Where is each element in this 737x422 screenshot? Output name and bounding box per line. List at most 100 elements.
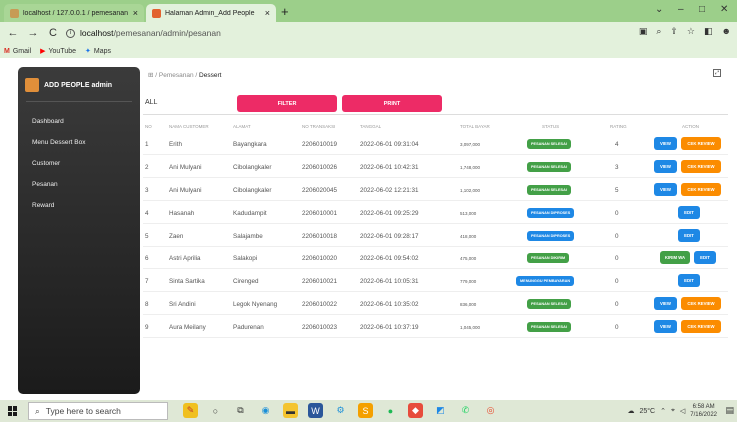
sidebar-item-customer[interactable]: Customer <box>18 153 140 174</box>
bookmark-youtube[interactable]: ▶ YouTube <box>40 47 76 56</box>
bookmark-gmail[interactable]: M Gmail <box>4 48 31 55</box>
cell-no: 1 <box>145 141 149 148</box>
minimize-button[interactable]: – <box>678 4 684 15</box>
word-icon[interactable]: W <box>308 403 323 418</box>
bookmark-label: Gmail <box>12 47 32 55</box>
edge-icon[interactable]: ◉ <box>258 403 273 418</box>
sidebar-item-reward[interactable]: Reward <box>18 195 140 216</box>
cortana-icon[interactable]: ○ <box>208 403 223 418</box>
fullscreen-toggle-icon[interactable]: ⤢ <box>713 69 721 77</box>
brand[interactable]: ADD PEOPLE admin <box>22 73 136 97</box>
system-tray: ☁ 25°C ⌃ ⌖ ◁ 6:58 AM 7/16/2022 <box>627 403 717 419</box>
spotify-icon[interactable]: ● <box>383 403 398 418</box>
volume-icon[interactable]: ◁ <box>680 407 685 415</box>
task-view-icon[interactable]: ⧉ <box>233 403 248 418</box>
new-tab-button[interactable]: + <box>281 4 289 19</box>
cell-total: 779,000 <box>460 279 477 285</box>
tab-search-icon[interactable]: ⌄ <box>655 4 663 15</box>
cek-review-button[interactable]: CEK REVIEW <box>681 320 721 334</box>
cell-no: 2 <box>145 163 149 171</box>
browser-tab-bar: localhost / 127.0.0.1 / pemesanan × Hala… <box>0 0 737 22</box>
url-path: /pemesanan/admin/pesanan <box>113 28 221 38</box>
cell-rating: 0 <box>615 301 619 309</box>
zoom-icon[interactable]: ⌕ <box>656 26 661 37</box>
cell-transaksi: 2206010020 <box>302 255 338 263</box>
cell-rating: 3 <box>615 163 619 171</box>
settings-icon[interactable]: ⚙ <box>333 403 348 418</box>
filter-button[interactable]: FILTER <box>237 95 337 112</box>
url-host: localhost <box>80 28 114 38</box>
site-info-icon[interactable]: i <box>66 28 75 38</box>
vscode-icon[interactable]: ◩ <box>433 403 448 418</box>
taskbar-clock[interactable]: 6:58 AM 7/16/2022 <box>690 403 717 419</box>
close-window-button[interactable]: ✕ <box>720 4 728 15</box>
weather-icon[interactable]: ☁ <box>627 407 634 415</box>
tab-close-icon[interactable]: × <box>133 8 138 18</box>
cell-tanggal: 2022-06-01 10:42:31 <box>360 163 419 171</box>
reading-mode-icon[interactable]: ▣ <box>639 26 648 37</box>
edit-button[interactable]: EDIT <box>694 251 716 265</box>
back-button[interactable]: ← <box>6 26 20 40</box>
tab-phpmyadmin[interactable]: localhost / 127.0.0.1 / pemesanan × <box>4 4 144 22</box>
view-button[interactable]: VIEW <box>654 182 677 196</box>
view-button[interactable]: VIEW <box>654 159 677 173</box>
windows-start-icon[interactable] <box>8 406 18 416</box>
cell-transaksi: 2206010001 <box>302 209 338 217</box>
cell-no: 3 <box>145 186 149 194</box>
table-row: 2 Ani Mulyani Cibolangkaler 2206010026 2022-… <box>143 157 728 178</box>
home-icon[interactable]: ⊞ <box>148 72 153 79</box>
maximize-button[interactable]: □ <box>699 4 705 15</box>
edit-button[interactable]: EDIT <box>678 228 700 242</box>
cell-alamat: Bayangkara <box>233 141 267 148</box>
reload-button[interactable]: C <box>46 26 60 40</box>
filter-all-label[interactable]: ALL <box>145 99 157 106</box>
browser-right-tools: ▣ ⌕ ⇪ ☆ ◧ ☻ <box>639 26 731 37</box>
cell-nama: Hasanah <box>169 209 195 217</box>
file-explorer-icon[interactable]: ▬ <box>283 403 298 418</box>
sidebar-toggle-icon[interactable]: ◧ <box>704 26 713 37</box>
view-button[interactable]: VIEW <box>654 137 677 150</box>
forward-button[interactable]: → <box>26 26 40 40</box>
cek-review-button[interactable]: CEK REVIEW <box>681 159 721 173</box>
address-bar[interactable]: i localhost /pemesanan/admin/pesanan <box>66 28 221 38</box>
whatsapp-icon[interactable]: ✆ <box>458 403 473 418</box>
search-placeholder: Type here to search <box>45 406 121 416</box>
cell-rating: 0 <box>615 278 619 286</box>
table-row: 3 Ani Mulyani Cibolangkaler 2206020045 2022-… <box>143 180 728 201</box>
taskbar-apps: ✎ ○ ⧉ ◉ ▬ W ⚙ S ● ◆ ◩ ✆ ◎ <box>183 403 498 418</box>
cek-review-button[interactable]: CEK REVIEW <box>681 182 721 196</box>
sidebar-item-pesanan[interactable]: Pesanan <box>18 174 140 195</box>
app-red-icon[interactable]: ◆ <box>408 403 423 418</box>
view-button[interactable]: VIEW <box>654 320 677 334</box>
tab-admin-add-people[interactable]: Halaman Admin_Add People × <box>146 4 276 22</box>
network-icon[interactable]: ⌖ <box>671 407 675 415</box>
kirim-wa-button[interactable]: KIRIM WA <box>660 251 690 265</box>
weather-temp[interactable]: 25°C <box>639 408 655 415</box>
cell-alamat: Cibolangkaler <box>233 163 272 171</box>
bookmark-star-icon[interactable]: ☆ <box>687 26 695 37</box>
cell-tanggal: 2022-06-01 10:05:31 <box>360 278 419 286</box>
print-button[interactable]: PRINT <box>342 95 442 112</box>
chrome-icon[interactable]: ◎ <box>483 403 498 418</box>
edit-button[interactable]: EDIT <box>678 274 700 288</box>
edit-button[interactable]: EDIT <box>678 205 700 219</box>
tab-close-icon[interactable]: × <box>265 8 270 18</box>
profile-avatar-icon[interactable]: ☻ <box>722 26 731 37</box>
notification-icon[interactable]: ▤ <box>725 405 734 416</box>
tab-title: Halaman Admin_Add People <box>165 9 255 17</box>
cek-review-button[interactable]: CEK REVIEW <box>681 297 721 311</box>
taskbar-search-input[interactable]: ⌕ Type here to search <box>28 402 168 420</box>
cell-nama: Sri Andini <box>169 301 196 309</box>
sublime-icon[interactable]: S <box>358 403 373 418</box>
cell-transaksi: 2206010023 <box>302 324 338 332</box>
sidebar-item-dashboard[interactable]: Dashboard <box>18 111 140 132</box>
view-button[interactable]: VIEW <box>654 297 677 311</box>
widgets-icon[interactable]: ✎ <box>183 403 198 418</box>
cek-review-button[interactable]: CEK REVIEW <box>681 137 721 150</box>
share-icon[interactable]: ⇪ <box>670 26 678 37</box>
sidebar-item-menu-dessert-box[interactable]: Menu Dessert Box <box>18 132 140 153</box>
brand-title: ADD PEOPLE admin <box>44 81 113 89</box>
bookmark-maps[interactable]: ✦ Maps <box>85 47 111 56</box>
tray-expand-icon[interactable]: ⌃ <box>660 407 666 415</box>
breadcrumb-parent[interactable]: Pemesanan <box>159 72 194 79</box>
